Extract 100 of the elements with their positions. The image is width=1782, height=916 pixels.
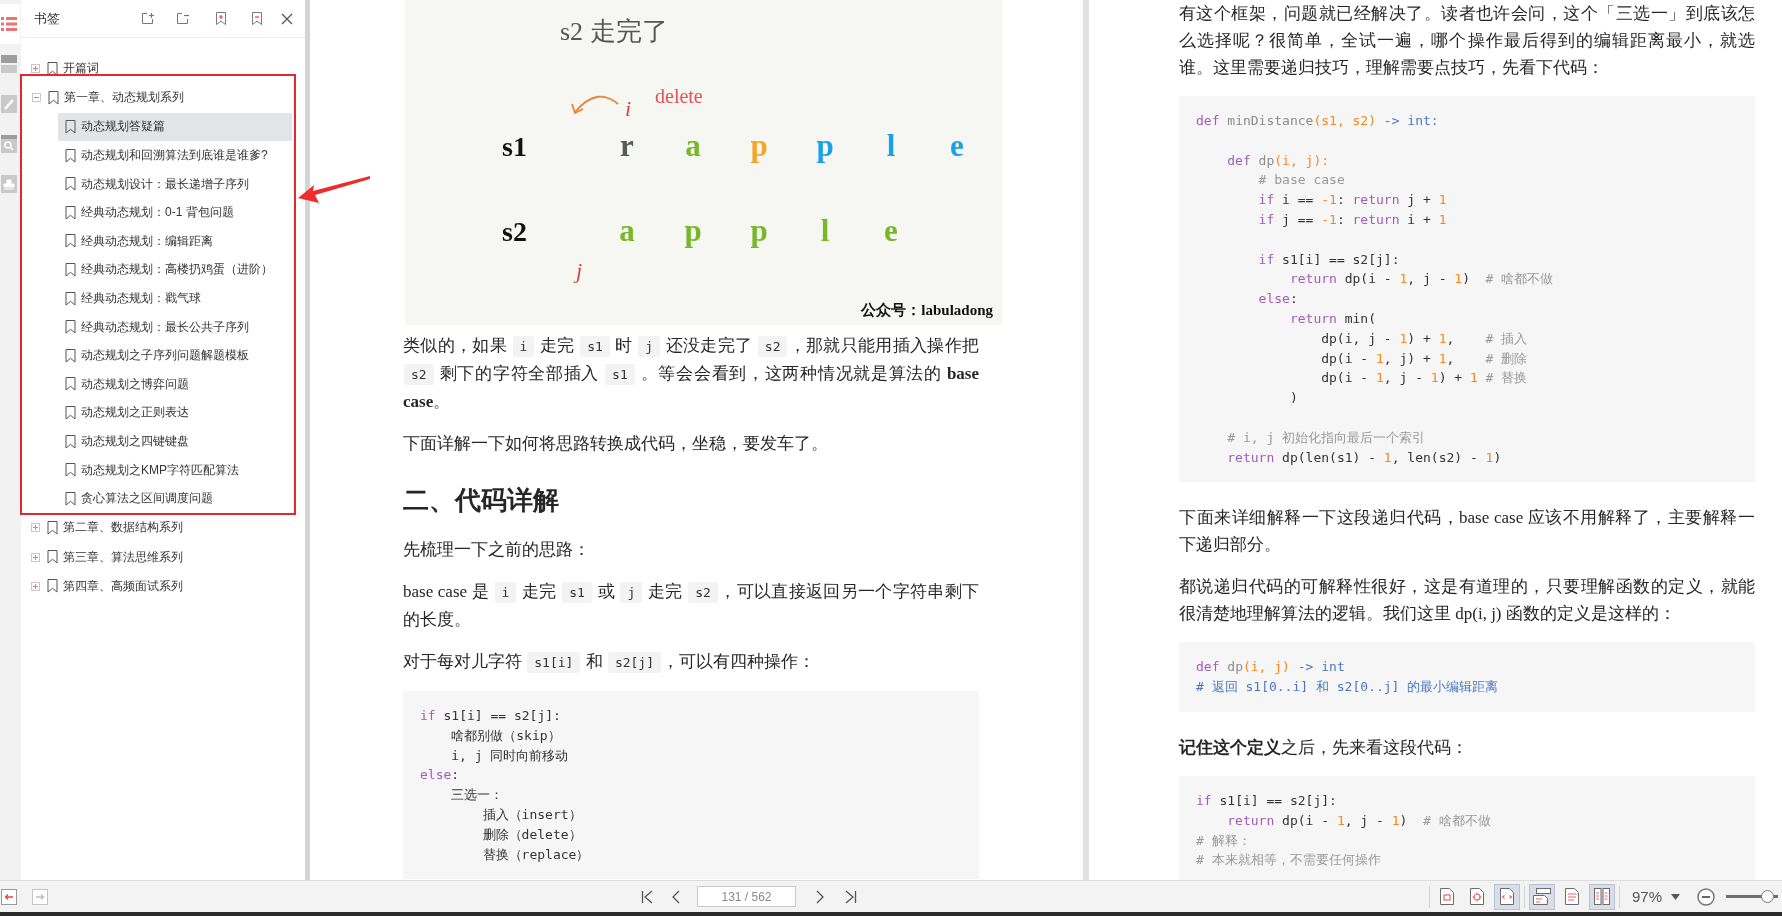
bookmark-item[interactable]: 动态规划之KMP字符匹配算法 [58, 456, 292, 485]
code-line: # 解释： [1196, 831, 1251, 850]
facing-button[interactable] [1588, 883, 1615, 910]
bookmark-icon [65, 434, 76, 449]
plus-box-icon[interactable] [31, 523, 40, 533]
zoom-dropdown[interactable]: 97% [1631, 888, 1680, 905]
letter: p [816, 128, 834, 163]
chevron-right-icon[interactable] [816, 889, 824, 904]
code-line: 三选一： [451, 786, 504, 805]
skip-start-icon[interactable] [641, 889, 653, 904]
code-line: ) [1289, 389, 1298, 408]
figure-title: s2 走完了 [560, 17, 668, 46]
bookmark-item[interactable]: 动态规划答疑篇 [58, 112, 292, 141]
bookmark-icon [65, 234, 76, 249]
bookmark-icon [47, 520, 58, 535]
code-line: # 本来就相等，不需要任何操作 [1196, 851, 1381, 870]
add-bookmark-icon[interactable] [215, 11, 227, 26]
zoom-slider[interactable] [1726, 890, 1778, 903]
minus-box-icon[interactable] [32, 93, 41, 103]
letter: a [619, 213, 635, 248]
row-label: s1 [502, 131, 527, 162]
bookmark-item[interactable]: 第三章、算法思维系列 [47, 546, 187, 569]
bookmark-icon [65, 262, 76, 277]
bookmark-icon [65, 205, 76, 220]
letter: p [750, 128, 768, 163]
paragraph: 类似的，如果 i 走完 s1 时 j 还没走完了 s2 ，那就只能用插入操作把 s2 剩下的字符全部插入 s1 。等会会看到，这两种情况就是算法的 base case。 [403, 335, 979, 413]
panel-title: 书签 [34, 9, 60, 28]
bookmark-icon [65, 119, 76, 134]
remove-bookmark-icon[interactable] [251, 11, 263, 26]
chevron-left-icon[interactable] [672, 889, 680, 904]
bookmark-icon [65, 291, 76, 306]
bookmark-item[interactable]: 第一章、动态规划系列 [48, 86, 188, 109]
bookmark-item[interactable]: 第四章、高频面试系列 [47, 575, 187, 598]
panel-tab[interactable] [0, 4, 20, 44]
pages-icon [1, 55, 17, 73]
code-line: 啥都别做（skip） [451, 726, 561, 745]
letter: p [750, 213, 768, 248]
bookmark-icon [65, 463, 76, 478]
code-line: dp(i, j - 1) + 1, # 插入 [1321, 329, 1528, 348]
code-line: def dp(i, j) -> int [1196, 658, 1345, 677]
code-line: # 返回 s1[0..i] 和 s2[0..j] 的最小编辑距离 [1196, 678, 1499, 697]
bookmark-icon [65, 177, 76, 192]
bookmark-item[interactable]: 动态规划之正则表达 [58, 398, 292, 427]
list-icon [1, 16, 17, 32]
code-line: 替换（replace） [482, 845, 590, 864]
bookmark-item[interactable]: 开篇词 [47, 57, 103, 80]
bookmark-item[interactable]: 经典动态规划：戳气球 [58, 284, 292, 313]
two-pages-icon [1593, 888, 1610, 905]
letter: r [620, 128, 634, 163]
bookmark-item[interactable]: 经典动态规划：高楼扔鸡蛋（进阶） [58, 255, 292, 284]
code-line: 插入（insert） [482, 806, 582, 824]
bookmark-item[interactable]: 动态规划之博弈问题 [58, 370, 292, 399]
page-number-field[interactable]: 131 / 562 [697, 886, 796, 907]
bookmark-icon [47, 550, 58, 565]
bookmark-item[interactable]: 动态规划和回溯算法到底谁是谁爹? [58, 141, 292, 170]
bookmark-icon [65, 348, 76, 363]
single-page-button[interactable] [1528, 883, 1555, 910]
letter: e [950, 128, 964, 163]
paragraph: base case 是 i 走完 s1 或 j 走完 s2 ，可以直接返回另一个字符串剩下的长度。 [403, 581, 979, 631]
code-line: dp(i - 1, j - 1) + 1 # 替换 [1321, 369, 1528, 388]
letter: a [685, 128, 701, 163]
bookmark-icon [47, 579, 58, 594]
remove-box-icon[interactable] [175, 11, 190, 26]
plus-box-icon[interactable] [31, 552, 40, 562]
slider-thumb[interactable] [1761, 890, 1775, 903]
bookmark-icon [65, 377, 76, 392]
paragraph: 有这个框架，问题就已经解决了。读者也许会问，这个「三选一」到底该怎么选择呢？很简单，全试一遍，哪个操作最后得到的编辑距离最小，就选谁。这里需要递归技巧，理解需要点技巧，先看下代码： [1179, 3, 1755, 79]
paragraph: 记住这个定义之后，先来看这段代码： [1179, 736, 1469, 759]
bookmark-item[interactable]: 动态规划之子序列问题解题模板 [58, 341, 292, 370]
letter: l [820, 213, 830, 248]
bookmark-item[interactable]: 经典动态规划：最长公共子序列 [58, 313, 292, 342]
code-line: 删除（delete） [482, 825, 582, 844]
bookmark-icon [65, 405, 76, 420]
fit-width-button[interactable] [1493, 883, 1520, 910]
code-line: def dp(i, j): [1227, 151, 1330, 170]
close-icon[interactable] [281, 12, 293, 25]
code-line: else: [1258, 290, 1298, 309]
bookmark-icon [48, 90, 59, 105]
caret-icon [1671, 893, 1680, 900]
bookmark-item[interactable]: 动态规划设计：最长递增子序列 [58, 170, 292, 199]
paragraph: 都说递归代码的可解释性很好，这是有道理的，只要理解函数的定义，就能很清楚地理解算法的逻辑。我们这里 dp(i, j) 函数的定义是这样的： [1179, 576, 1755, 626]
curved-arrow [571, 95, 619, 115]
add-box-icon[interactable] [140, 11, 155, 26]
zoom-out-icon[interactable] [1697, 887, 1715, 906]
plus-box-icon[interactable] [31, 581, 40, 591]
credit-text: 公众号：labuladong [861, 302, 993, 318]
code-line: if i == -1: return j + 1 [1258, 191, 1447, 210]
page-lines-icon [1532, 888, 1551, 905]
skip-end-icon[interactable] [845, 889, 857, 904]
index-label: i [625, 96, 632, 121]
bookmark-item[interactable]: 第二章、数据结构系列 [47, 516, 187, 539]
bookmark-item[interactable]: 贪心算法之区间调度问题 [58, 484, 292, 513]
paragraph: 对于每对儿字符 s1[i] 和 s2[j] ，可以有四种操作： [403, 651, 817, 675]
code-line: # base case [1258, 171, 1345, 190]
code-line: if s1[i] == s2[j]: [1196, 791, 1337, 810]
bookmark-item[interactable]: 经典动态规划：0-1 背包问题 [58, 198, 292, 227]
section-heading: 二、代码详解 [403, 485, 560, 517]
bookmark-item[interactable]: 动态规划之四键键盘 [58, 427, 292, 456]
bookmark-item[interactable]: 经典动态规划：编辑距离 [58, 227, 292, 256]
plus-box-icon[interactable] [31, 64, 40, 74]
